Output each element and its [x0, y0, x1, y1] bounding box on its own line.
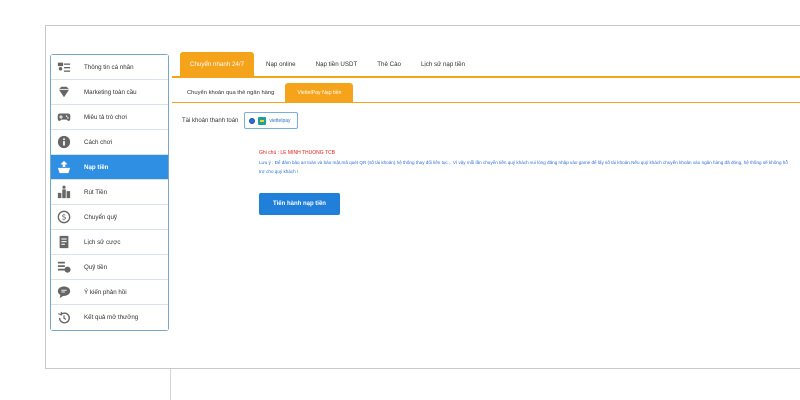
viettelpay-option-label: viettelpay — [269, 117, 291, 124]
sidebar-item-label: Nạp tiền — [84, 163, 109, 171]
sidebar-item-game-description[interactable]: Miêu tả trò chơi — [51, 105, 168, 130]
tab-bank-card-transfer[interactable]: Chuyển khoản qua thẻ ngân hàng — [180, 83, 281, 102]
svg-text:$: $ — [61, 213, 66, 222]
sidebar-item-bet-history[interactable]: Lịch sử cược — [51, 230, 168, 255]
sidebar-item-withdraw[interactable]: Rút Tiền — [51, 180, 168, 205]
main-content: Chuyển nhanh 24/7 Nạp online Nạp tiền US… — [172, 52, 800, 215]
transfer-type-tabs: Chuyển khoản qua thẻ ngân hàng ViettelPa… — [172, 81, 800, 103]
sidebar-item-label: Thông tin cá nhân — [84, 63, 134, 71]
tab-deposit-history[interactable]: Lịch sử nạp tiền — [413, 52, 473, 76]
payment-account-row: Tài khoản thanh toán viettelpay — [182, 112, 299, 129]
clock-history-icon — [57, 311, 71, 325]
sidebar-item-label: Cách chơi — [84, 138, 113, 146]
sidebar-item-label: Marketing toàn cầu — [84, 88, 137, 96]
submit-deposit-button[interactable]: Tiến hành nạp tiền — [259, 193, 340, 215]
sidebar-item-label: Lịch sử cược — [84, 238, 121, 246]
sidebar-item-label: Quỹ tiền — [84, 263, 108, 271]
tab-online-deposit[interactable]: Nạp online — [258, 52, 304, 76]
sidebar-item-fund[interactable]: Quỹ tiền — [51, 255, 168, 280]
diamond-icon — [57, 85, 71, 99]
sidebar-item-label: Kết quả mở thưởng — [84, 314, 139, 321]
sidebar-item-feedback[interactable]: Ý kiến phản hồi — [51, 280, 168, 305]
gamepad-icon — [57, 110, 71, 124]
sidebar-item-draw-results[interactable]: Kết quả mở thưởng — [51, 305, 168, 330]
id-card-icon — [57, 60, 71, 74]
divider-line — [170, 369, 171, 400]
sidebar-item-how-to-play[interactable]: Cách chơi — [51, 130, 168, 155]
sidebar-item-deposit[interactable]: Nạp tiền — [51, 155, 168, 180]
radio-selected-icon[interactable] — [249, 117, 256, 124]
tab-usdt-deposit[interactable]: Nạp tiền USDT — [308, 52, 366, 76]
withdraw-icon — [57, 185, 71, 199]
sidebar-item-marketing[interactable]: Marketing toàn cầu — [51, 80, 168, 105]
tab-fast-transfer[interactable]: Chuyển nhanh 24/7 — [180, 52, 255, 76]
sidebar-item-label: Miêu tả trò chơi — [84, 113, 127, 121]
viettelpay-option[interactable]: viettelpay — [244, 112, 299, 129]
note-text: Lưu ý : Để đảm bảo an toàn và bảo mật,mã… — [259, 160, 788, 174]
tab-viettelpay[interactable]: ViettelPay Nạp tiền — [285, 83, 354, 102]
viettelpay-logo-icon — [258, 116, 267, 125]
sidebar-item-label: Chuyển quỹ — [84, 213, 118, 221]
sidebar-menu: Thông tin cá nhân Marketing toàn cầu Miê… — [50, 54, 169, 331]
info-icon — [57, 135, 71, 149]
chat-bubble-icon — [57, 285, 71, 299]
dollar-circle-icon: $ — [57, 210, 71, 224]
sidebar-item-label: Rút Tiền — [84, 188, 108, 196]
deposit-method-tabs: Chuyển nhanh 24/7 Nạp online Nạp tiền US… — [172, 52, 800, 78]
payment-account-label: Tài khoản thanh toán — [182, 117, 239, 124]
note-title: Ghi chú : LE MINH THUONG TCB — [259, 150, 335, 156]
sidebar-item-personal-info[interactable]: Thông tin cá nhân — [51, 55, 168, 80]
sidebar-item-transfer[interactable]: $ Chuyển quỹ — [51, 205, 168, 230]
fund-icon — [57, 260, 71, 274]
sidebar-item-label: Ý kiến phản hồi — [84, 288, 127, 296]
history-document-icon — [57, 235, 71, 249]
deposit-icon — [57, 160, 71, 174]
tab-scratch-card[interactable]: Thẻ Cào — [369, 52, 409, 76]
